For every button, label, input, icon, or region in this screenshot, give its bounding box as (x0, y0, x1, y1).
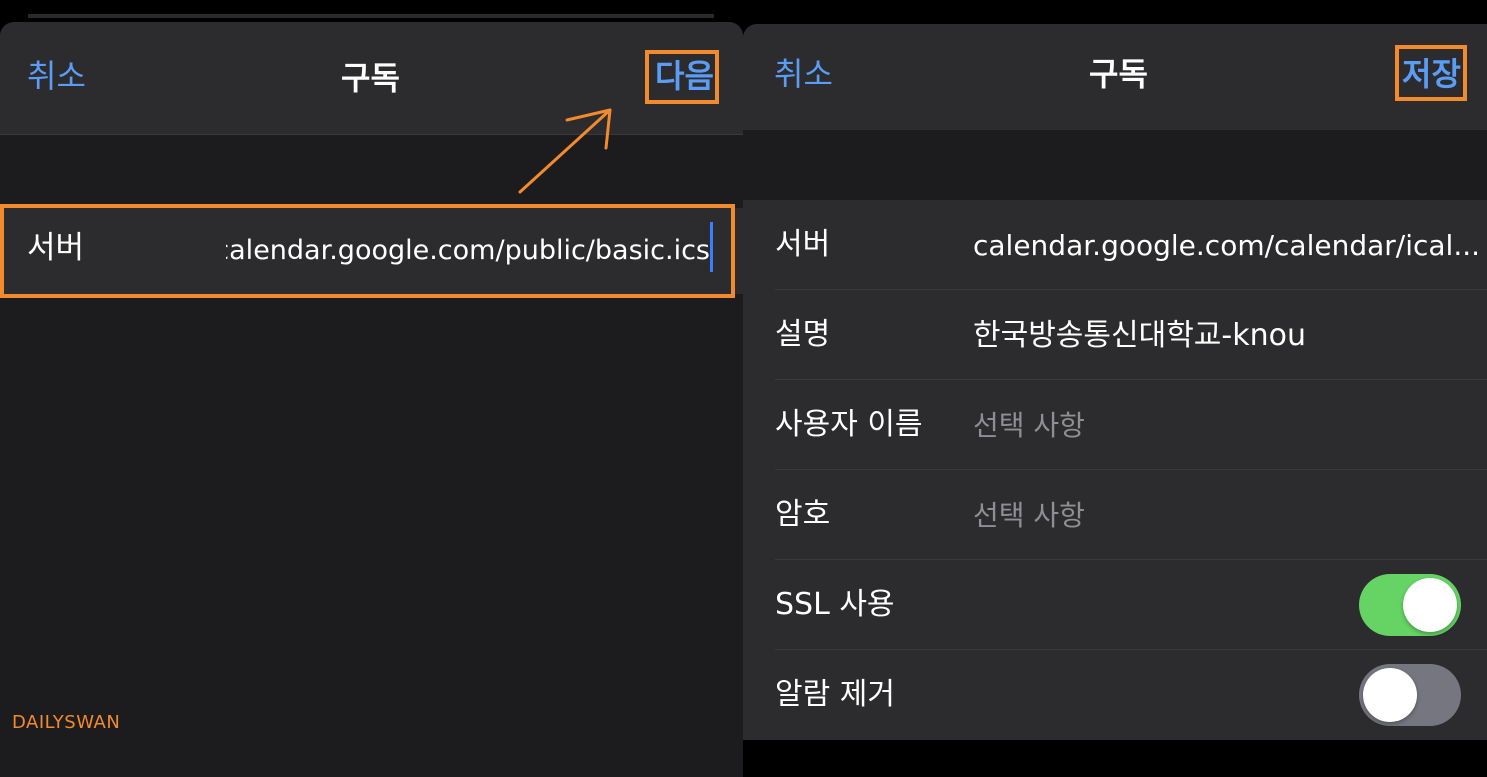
subscribe-sheet-step2: 취소 구독 저장 서버 calendar.google.com/calendar… (743, 24, 1487, 740)
toggle-knob (1403, 578, 1457, 632)
save-button[interactable]: 저장 (1402, 54, 1461, 94)
ssl-toggle[interactable] (1359, 574, 1461, 636)
server-row: 서버 calendar.google.com/calendar/ical... (743, 200, 1487, 290)
account-form: 서버 calendar.google.com/calendar/ical... … (743, 200, 1487, 740)
password-row: 암호 (743, 470, 1487, 560)
nav-bar: 취소 구독 저장 (743, 24, 1487, 130)
cancel-button[interactable]: 취소 (774, 54, 833, 94)
ssl-label: SSL 사용 (775, 587, 895, 622)
remove-alarms-label: 알람 제거 (775, 677, 895, 712)
description-row: 설명 한국방송통신대학교-knou (743, 290, 1487, 380)
remove-alarms-toggle[interactable] (1359, 664, 1461, 726)
toggle-knob (1363, 668, 1417, 722)
watermark: DAILYSWAN (12, 712, 121, 733)
server-label: 서버 (775, 227, 831, 262)
password-label: 암호 (775, 497, 831, 532)
nav-title: 구독 (1089, 55, 1148, 93)
password-input[interactable] (973, 496, 1453, 536)
remove-alarms-row: 알람 제거 (743, 650, 1487, 740)
description-value[interactable]: 한국방송통신대학교-knou (973, 316, 1306, 356)
bottom-background (743, 740, 1487, 777)
username-label: 사용자 이름 (775, 407, 923, 442)
username-row: 사용자 이름 (743, 380, 1487, 470)
username-input[interactable] (973, 406, 1453, 446)
server-value[interactable]: calendar.google.com/calendar/ical... (973, 226, 1480, 266)
ssl-row: SSL 사용 (743, 560, 1487, 650)
description-label: 설명 (775, 317, 831, 352)
